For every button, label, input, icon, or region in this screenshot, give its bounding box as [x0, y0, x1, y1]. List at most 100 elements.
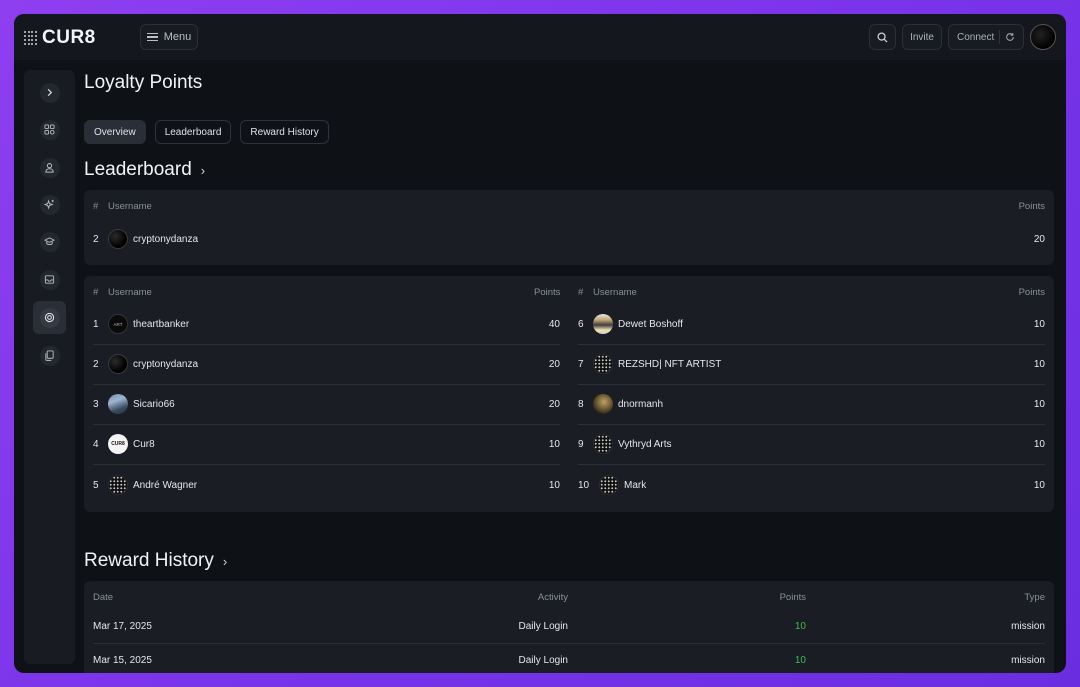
sidebar-item-collections[interactable]: [33, 339, 66, 372]
my-rank: 2: [93, 234, 99, 245]
hamburger-icon: [146, 33, 158, 41]
activity-header: Activity: [537, 592, 568, 603]
points-header: Points: [534, 287, 561, 298]
rank-header: #: [93, 287, 99, 298]
leaderboard-title: Leaderboard: [84, 159, 192, 180]
divider: [578, 424, 1045, 425]
rank: 2: [93, 359, 99, 370]
menu-button[interactable]: Menu: [140, 24, 198, 50]
avatar: [108, 394, 128, 414]
username-header: Username: [108, 287, 152, 298]
divider: [93, 643, 1045, 644]
sidebar-item-loyalty[interactable]: [33, 301, 66, 334]
reward-history-title: Reward History: [84, 550, 214, 571]
date-header: Date: [93, 592, 114, 603]
points-header: Points: [1018, 201, 1045, 212]
avatar: [593, 314, 613, 334]
tab-leaderboard[interactable]: Leaderboard: [154, 120, 232, 144]
connect-label: Connect: [957, 31, 995, 43]
username-header: Username: [108, 201, 152, 212]
points: 20: [548, 359, 560, 370]
rank: 1: [93, 319, 99, 330]
sidebar: [24, 70, 75, 664]
user-icon: [45, 163, 54, 173]
points: 20: [548, 399, 560, 410]
leaderboard-table: # Username Points # Username Points 1 AR…: [84, 276, 1054, 512]
sidebar-item-inbox[interactable]: [33, 263, 66, 296]
date: Mar 17, 2025: [93, 621, 152, 632]
points: 10: [1033, 319, 1045, 330]
menu-label: Menu: [163, 31, 192, 43]
rank: 9: [578, 439, 584, 450]
avatar: [593, 354, 613, 374]
connect-button[interactable]: Connect: [948, 24, 1024, 50]
user-avatar[interactable]: [1030, 24, 1056, 50]
rank: 10: [578, 480, 590, 491]
copy-icon: [45, 350, 54, 361]
rank: 7: [578, 359, 584, 370]
rank-header: #: [93, 201, 99, 212]
username: REZSHD| NFT ARTIST: [618, 359, 722, 370]
points: 10: [1033, 439, 1045, 450]
divider: [93, 464, 560, 465]
page-title: Loyalty Points: [84, 72, 203, 93]
avatar: [108, 475, 128, 495]
chevron-right-icon: ›: [222, 553, 228, 569]
sparkles-icon: [44, 199, 54, 210]
points: 10: [1033, 399, 1045, 410]
logo-mark-icon: [24, 31, 38, 45]
username: dnormanh: [618, 399, 664, 410]
avatar: ART: [108, 314, 128, 334]
invite-button[interactable]: Invite: [902, 24, 942, 50]
divider: [93, 424, 560, 425]
sidebar-item-dashboard[interactable]: [33, 113, 66, 146]
my-username[interactable]: cryptonydanza: [133, 234, 198, 245]
points-header: Points: [1018, 287, 1045, 298]
divider: [93, 384, 560, 385]
rank: 6: [578, 319, 584, 330]
tab-overview[interactable]: Overview: [84, 120, 146, 144]
points: 10: [548, 439, 560, 450]
target-icon: [44, 312, 55, 323]
leaderboard-heading[interactable]: Leaderboard ›: [84, 159, 205, 181]
points: 10: [1033, 359, 1045, 370]
username: André Wagner: [133, 480, 198, 491]
username: Dewet Boshoff: [618, 319, 683, 330]
divider: [578, 464, 1045, 465]
logo-text: CUR8: [42, 27, 96, 48]
username-header: Username: [593, 287, 637, 298]
username: cryptonydanza: [133, 359, 199, 370]
my-rank-panel: # Username Points 2 cryptonydanza 20: [84, 190, 1054, 265]
points-header: Points: [779, 592, 806, 603]
rank: 4: [93, 439, 99, 450]
date: Mar 15, 2025: [93, 655, 152, 666]
dashboard-icon: [44, 124, 55, 135]
username: Sicario66: [133, 399, 175, 410]
points: 10: [1033, 480, 1045, 491]
rank-header: #: [578, 287, 584, 298]
logo[interactable]: CUR8: [24, 27, 96, 49]
my-points: 20: [1033, 234, 1045, 245]
points: 40: [548, 319, 560, 330]
avatar: [593, 434, 613, 454]
username: theartbanker: [133, 319, 190, 330]
username: Cur8: [133, 439, 155, 450]
type: mission: [1011, 621, 1045, 632]
refresh-icon: [1006, 33, 1014, 41]
search-button[interactable]: [869, 24, 897, 50]
activity: Daily Login: [518, 655, 568, 666]
avatar: [593, 394, 613, 414]
sidebar-expand-button[interactable]: [33, 76, 66, 109]
divider: [93, 344, 560, 345]
tab-bar: Overview Leaderboard Reward History: [84, 120, 329, 144]
divider: [578, 344, 1045, 345]
type: mission: [1011, 655, 1045, 666]
username: Vythryd Arts: [618, 439, 672, 450]
chevron-right-icon: [47, 88, 53, 97]
reward-history-table: Date Activity Points Type Mar 17, 2025 D…: [84, 581, 1054, 673]
sidebar-item-learn[interactable]: [33, 225, 66, 258]
sidebar-item-ai[interactable]: [33, 188, 66, 221]
reward-history-heading[interactable]: Reward History ›: [84, 550, 227, 572]
tab-reward-history[interactable]: Reward History: [240, 120, 329, 144]
sidebar-item-profile[interactable]: [33, 151, 66, 184]
